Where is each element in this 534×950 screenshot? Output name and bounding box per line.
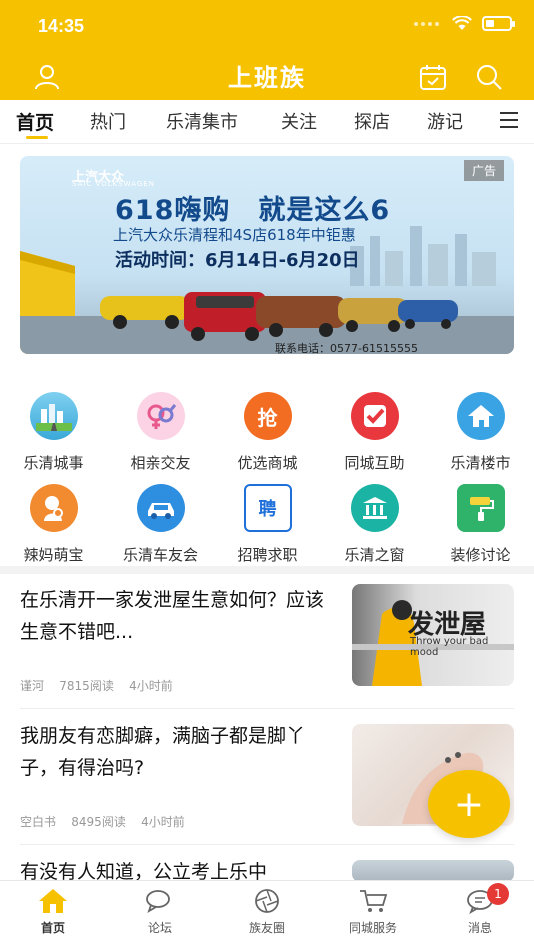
grab-icon: 抢 (243, 392, 292, 440)
ad-banner[interactable]: 广告 上汽大众 SAIC VOLKSWAGEN 618嗨购 就是这么6 上汽大众… (20, 156, 514, 354)
house-icon (456, 392, 505, 440)
grid-label: 相亲交友 (130, 454, 191, 472)
tab-store-visit[interactable]: 探店 (354, 108, 390, 134)
article-divider (20, 708, 514, 709)
nav-forum[interactable]: 论坛 (115, 887, 205, 936)
grid-item-city-news[interactable]: 乐清城事 (0, 392, 107, 473)
article-title: 我朋友有恋脚癖，满脑子都是脚丫子，有得治吗? (20, 725, 306, 779)
article-card[interactable]: 在乐清开一家发泄屋生意如何？应该生意不错吧... 谨河 7815阅读 4小时前 … (20, 584, 514, 693)
banner-subline: 上汽大众乐清程和4S店618年中钜惠 (113, 226, 356, 244)
article-time: 4小时前 (129, 679, 173, 693)
banner-dates: 活动时间：6月14日-6月20日 (115, 250, 360, 271)
active-tab-indicator (26, 136, 48, 139)
grid-label: 乐清城事 (23, 454, 84, 472)
tab-travel[interactable]: 游记 (427, 108, 463, 134)
nav-services[interactable]: 同城服务 (328, 887, 418, 936)
banner-phone: 联系电话：0577-61515555 (275, 342, 418, 354)
grid-item-mom-baby[interactable]: 辣妈萌宝 (0, 484, 107, 565)
nav-label: 首页 (40, 921, 65, 935)
thumb-subtext: Throw your bad mood (410, 636, 489, 658)
menu-icon[interactable] (500, 112, 518, 133)
grid-item-car-club[interactable]: 乐清车友会 (107, 484, 214, 565)
create-post-button[interactable]: + (428, 770, 510, 838)
article-title: 在乐清开一家发泄屋生意如何？应该生意不错吧... (20, 589, 325, 643)
article-thumbnail: 发泄屋 Throw your bad mood (352, 584, 514, 686)
nav-label: 同城服务 (348, 921, 397, 935)
article-meta: 谨河 7815阅读 4小时前 (20, 677, 173, 694)
ad-tag: 广告 (463, 160, 504, 181)
app-header: 14:35 上班族 (0, 0, 534, 100)
gender-icon (136, 392, 185, 440)
aperture-icon (252, 887, 282, 915)
app-logo: 上班族 (228, 64, 306, 92)
battery-icon (482, 16, 515, 31)
chat-bubbles-icon (145, 887, 175, 915)
tab-home[interactable]: 首页 (16, 108, 54, 135)
tab-hot[interactable]: 热门 (90, 108, 126, 134)
grid-item-recruit[interactable]: 聘 招聘求职 (214, 484, 321, 565)
grid-label: 乐清之窗 (344, 546, 405, 564)
article-time: 4小时前 (141, 815, 185, 829)
tab-follow[interactable]: 关注 (281, 108, 317, 134)
grid-item-property[interactable]: 乐清楼市 (427, 392, 534, 473)
grid-label: 乐清楼市 (450, 454, 511, 472)
grid-label: 乐清车友会 (122, 546, 198, 564)
status-time: 14:35 (38, 16, 85, 36)
mom-baby-icon (29, 484, 78, 532)
nav-messages[interactable]: 1 消息 (435, 883, 525, 936)
paint-roller-icon (456, 484, 505, 532)
nav-home[interactable]: 首页 (8, 887, 98, 936)
grid-item-decoration[interactable]: 装修讨论 (427, 484, 534, 565)
article-divider (20, 844, 514, 845)
nav-label: 论坛 (147, 921, 172, 935)
article-thumbnail (352, 860, 514, 882)
article-reads: 7815阅读 (59, 679, 114, 693)
article-author: 空白书 (20, 815, 57, 829)
grid-label: 优选商城 (237, 454, 298, 472)
recruit-glyph: 聘 (258, 499, 277, 520)
calendar-icon[interactable] (418, 62, 448, 92)
nav-label: 族友圈 (248, 921, 285, 935)
search-icon[interactable] (474, 62, 504, 92)
cart-icon (358, 887, 388, 915)
wifi-icon (452, 16, 472, 30)
grid-label: 同城互助 (344, 454, 405, 472)
grid-item-mutual-help[interactable]: 同城互助 (321, 392, 428, 473)
article-author: 谨河 (20, 679, 45, 693)
grid-label: 辣妈萌宝 (23, 546, 84, 564)
check-icon (350, 392, 399, 440)
grid-item-dating[interactable]: 相亲交友 (107, 392, 214, 473)
grid-item-mall[interactable]: 抢 优选商城 (214, 392, 321, 473)
article-card[interactable]: 我朋友有恋脚癖，满脑子都是脚丫子，有得治吗? 空白书 8495阅读 4小时前 (20, 720, 514, 829)
grid-label: 招聘求职 (237, 546, 298, 564)
tab-market[interactable]: 乐清集市 (166, 108, 238, 134)
unread-badge: 1 (487, 883, 509, 905)
section-divider (0, 566, 534, 574)
article-reads: 8495阅读 (71, 815, 126, 829)
home-icon (38, 887, 68, 915)
bottom-navigation: 首页 论坛 族友圈 同城服务 1 消息 (0, 880, 534, 950)
category-tabs: 首页 热门 乐清集市 关注 探店 游记 (0, 100, 534, 144)
building-icon (350, 484, 399, 532)
car-icon (136, 484, 185, 532)
nav-label: 消息 (467, 921, 492, 935)
grid-label: 装修讨论 (450, 546, 511, 564)
city-icon (29, 392, 78, 440)
article-meta: 空白书 8495阅读 4小时前 (20, 813, 185, 830)
banner-brand-en: SAIC VOLKSWAGEN (72, 180, 155, 188)
status-indicators (414, 16, 515, 31)
grid-item-window[interactable]: 乐清之窗 (321, 484, 428, 565)
grab-glyph: 抢 (257, 405, 278, 430)
banner-headline: 618嗨购 就是这么6 (115, 195, 391, 226)
recruit-icon: 聘 (243, 484, 292, 532)
nav-circle[interactable]: 族友圈 (222, 887, 312, 936)
signal-icon (414, 21, 442, 26)
